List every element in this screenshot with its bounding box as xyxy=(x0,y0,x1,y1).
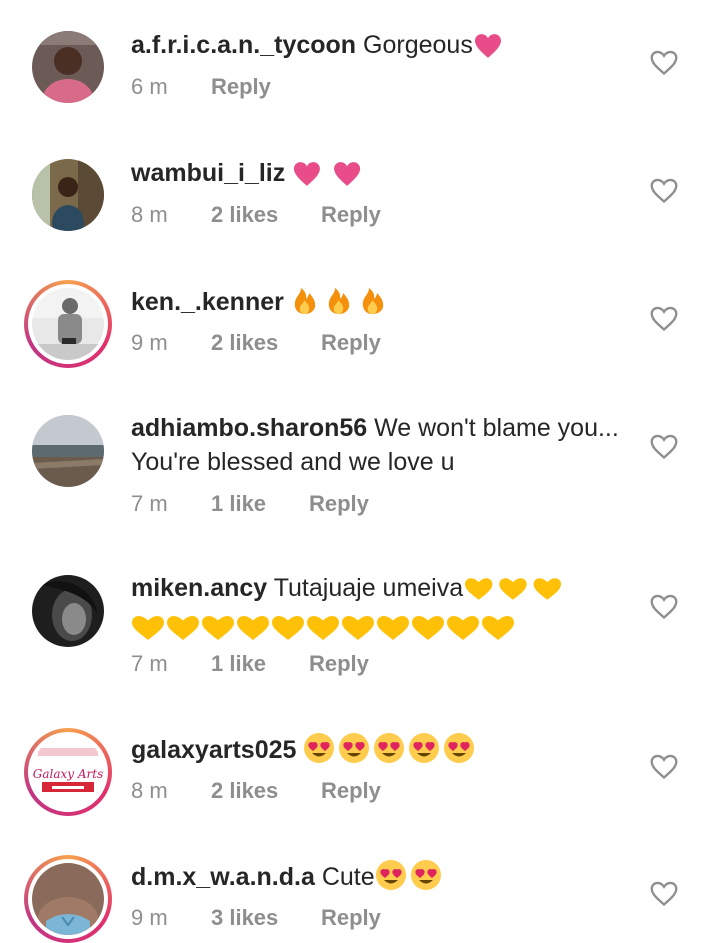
reply-button[interactable]: Reply xyxy=(321,330,381,356)
comment-text: miken.ancy Tutajuaje umeiva xyxy=(131,571,620,651)
reply-button[interactable]: Reply xyxy=(309,651,369,677)
like-heart-icon[interactable] xyxy=(650,50,678,76)
reply-button[interactable]: Reply xyxy=(321,202,381,228)
comment-body: Cute xyxy=(321,863,375,891)
comment-body: Gorgeous xyxy=(363,31,473,59)
comment-meta: 6 m Reply xyxy=(131,74,271,100)
heart-eyes-emoji-icon xyxy=(303,732,478,773)
reply-button[interactable]: Reply xyxy=(321,905,381,931)
comment-time: 8 m xyxy=(131,778,168,803)
like-heart-icon[interactable] xyxy=(650,754,678,780)
reply-button[interactable]: Reply xyxy=(321,778,381,804)
comment-username[interactable]: d.m.x_w.a.n.d.a xyxy=(131,863,315,891)
avatar-story-ring[interactable] xyxy=(24,280,112,368)
comment-likes[interactable]: 1 like xyxy=(211,651,309,677)
comment-username[interactable]: a.f.r.i.c.a.n._tycoon xyxy=(131,31,356,59)
comment-text: adhiambo.sharon56 We won't blame you... … xyxy=(131,411,620,479)
comment-meta: 7 m 1 like Reply xyxy=(131,491,369,517)
comment-body: Tutajuaje umeiva xyxy=(273,574,464,602)
comment-text: wambui_i_liz xyxy=(131,156,620,196)
avatar[interactable] xyxy=(32,415,104,487)
avatar-story-ring[interactable]: Galaxy Arts xyxy=(24,728,112,816)
comment-meta: 7 m 1 like Reply xyxy=(131,651,369,677)
comment-text: a.f.r.i.c.a.n._tycoon Gorgeous xyxy=(131,28,620,68)
like-heart-icon[interactable] xyxy=(650,306,678,332)
comment-time: 7 m xyxy=(131,651,168,676)
comment-username[interactable]: galaxyarts025 xyxy=(131,736,296,764)
comment-likes[interactable]: 2 likes xyxy=(211,202,321,228)
reply-button[interactable]: Reply xyxy=(309,491,369,517)
comment-username[interactable]: miken.ancy xyxy=(131,574,267,602)
heart-eyes-emoji-icon xyxy=(375,859,443,900)
comment-likes[interactable]: 1 like xyxy=(211,491,309,517)
avatar[interactable] xyxy=(32,159,104,231)
like-heart-icon[interactable] xyxy=(650,594,678,620)
galaxy-arts-logo: Galaxy Arts xyxy=(33,767,103,781)
yellow-heart-emoji-icon xyxy=(131,614,516,651)
comment-username[interactable]: adhiambo.sharon56 xyxy=(131,414,367,442)
avatar[interactable] xyxy=(32,575,104,647)
comment-username[interactable]: wambui_i_liz xyxy=(131,159,285,187)
comment-text: ken._.kenner xyxy=(131,284,620,325)
comment-text: galaxyarts025 xyxy=(131,732,620,773)
comment-emoji xyxy=(292,161,362,196)
comment-likes[interactable]: 2 likes xyxy=(211,330,321,356)
comment-likes[interactable]: 3 likes xyxy=(211,905,321,931)
like-heart-icon[interactable] xyxy=(650,434,678,460)
comment-meta: 8 m 2 likes Reply xyxy=(131,778,381,804)
like-heart-icon[interactable] xyxy=(650,881,678,907)
comment-meta: 9 m 2 likes Reply xyxy=(131,330,381,356)
comments-list: a.f.r.i.c.a.n._tycoon Gorgeous 6 m Reply… xyxy=(0,0,720,943)
comment-meta: 9 m 3 likes Reply xyxy=(131,905,381,931)
comment-time: 6 m xyxy=(131,74,168,99)
comment-time: 8 m xyxy=(131,202,168,227)
comment-time: 9 m xyxy=(131,905,168,930)
fire-emoji-icon xyxy=(291,284,391,325)
comment-meta: 8 m 2 likes Reply xyxy=(131,202,381,228)
reply-button[interactable]: Reply xyxy=(211,74,271,100)
comment-likes[interactable]: 2 likes xyxy=(211,778,321,804)
comment-username[interactable]: ken._.kenner xyxy=(131,288,284,316)
comment-emoji xyxy=(473,33,503,68)
comment-time: 9 m xyxy=(131,330,168,355)
like-heart-icon[interactable] xyxy=(650,178,678,204)
avatar[interactable] xyxy=(32,31,104,103)
comment-time: 7 m xyxy=(131,491,168,516)
yellow-heart-emoji-icon xyxy=(463,576,563,611)
comment-text: d.m.x_w.a.n.d.a Cute xyxy=(131,859,620,900)
